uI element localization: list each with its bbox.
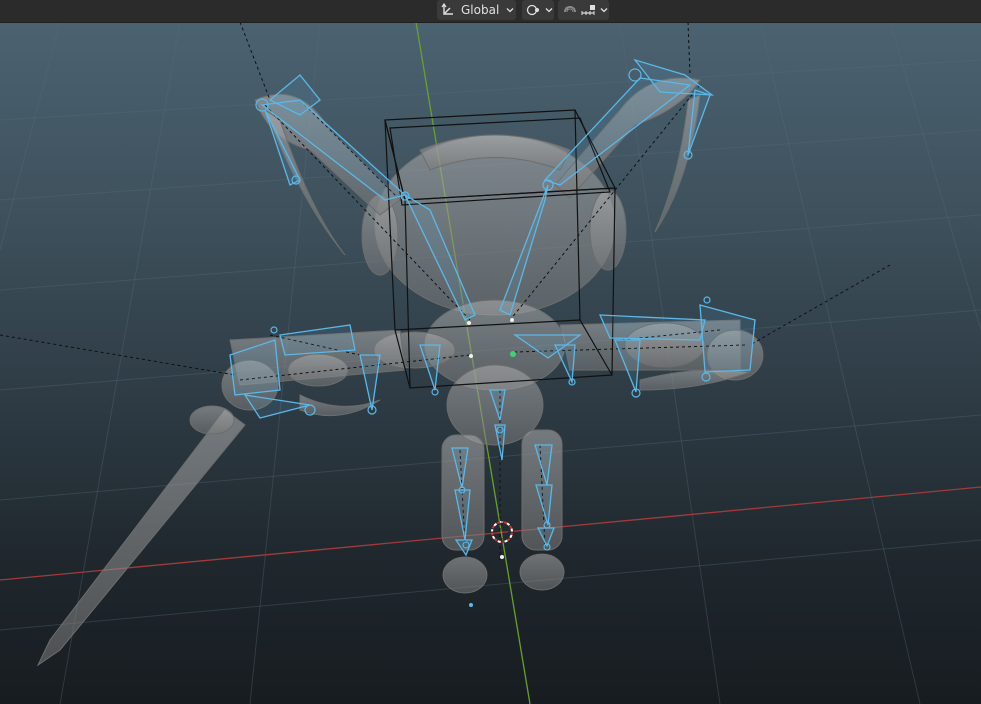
pivot-point-icon [526,3,542,17]
chevron-down-icon [542,5,554,15]
character-mesh [36,77,764,667]
transform-orientation-icon [441,3,455,17]
chevron-down-icon [597,5,609,15]
3d-viewport[interactable] [0,0,981,704]
pivot-point-dropdown[interactable] [522,0,554,20]
transform-orientation-dropdown[interactable]: Global [437,0,516,20]
viewport-header: Global [0,0,981,23]
chevron-down-icon [503,5,515,15]
snap-magnet-icon[interactable] [562,3,578,17]
snapping-controls[interactable] [558,0,609,20]
viewport-scene [0,21,981,704]
transform-orientation-label: Global [461,3,500,17]
snap-increment-icon[interactable] [581,3,597,17]
